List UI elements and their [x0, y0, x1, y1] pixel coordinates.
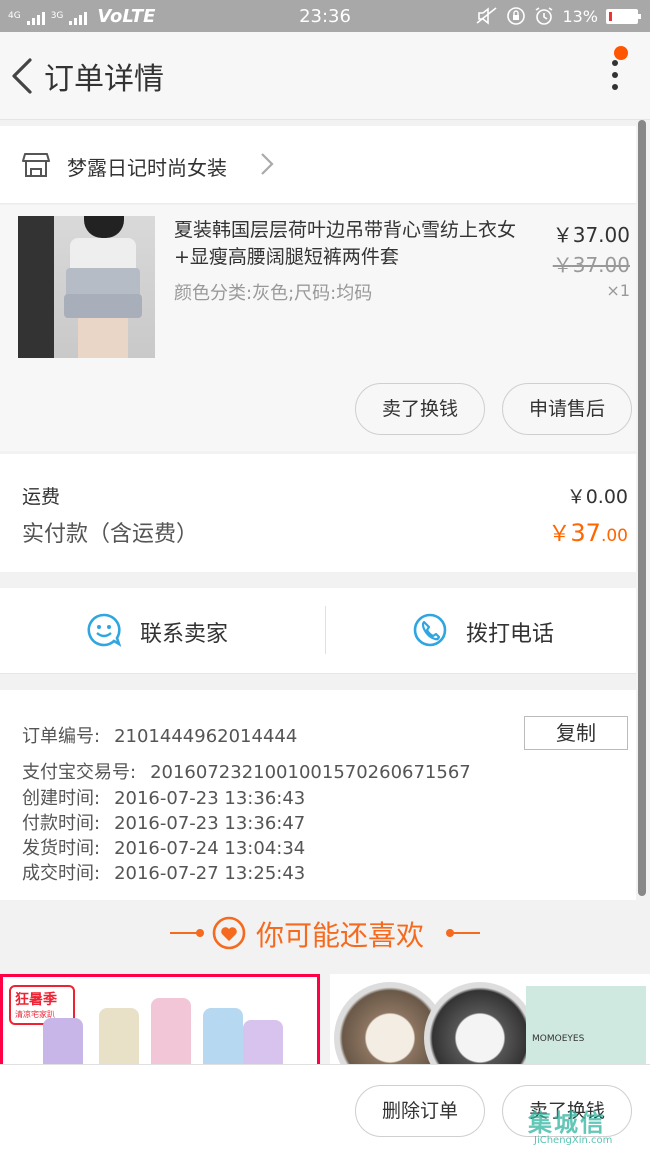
info-label: 发货时间: — [22, 838, 101, 859]
fee-summary: 运费 ￥0.00 实付款（含运费） ￥37.00 — [0, 454, 636, 572]
info-label: 支付宝交易号: — [22, 762, 137, 783]
watermark-url: JiChengXin.com — [534, 1135, 613, 1146]
battery-level — [609, 11, 612, 21]
product-bottle — [99, 1008, 139, 1064]
promo-badge-title: 狂暑季 — [15, 992, 57, 1008]
delete-order-button[interactable]: 删除订单 — [355, 1085, 485, 1137]
phone-icon — [413, 613, 447, 647]
product-bottle — [243, 1020, 283, 1064]
order-number-row: 订单编号: 2101444962014444 — [22, 722, 297, 748]
contact-bar: 联系卖家 拨打电话 — [0, 588, 636, 674]
info-label: 成交时间: — [22, 863, 101, 884]
shipping-value: ￥0.00 — [566, 486, 628, 508]
shipped-row: 发货时间: 2016-07-24 13:04:34 — [22, 834, 305, 860]
rotation-lock-icon — [507, 7, 526, 25]
product-original-price: ￥37.00 — [552, 253, 630, 277]
product-box: MOMOEYES — [526, 986, 646, 1064]
info-value: 2016-07-23 13:36:47 — [114, 813, 306, 834]
battery-percent: 13% — [562, 6, 598, 26]
after-sales-button[interactable]: 申请售后 — [502, 383, 632, 435]
order-info: 订单编号: 2101444962014444 复制 支付宝交易号: 20160723… — [0, 690, 636, 900]
paid-dec: .00 — [600, 526, 628, 546]
paid-label: 实付款（含运费） — [22, 522, 199, 547]
info-value: 2016-07-24 13:04:34 — [114, 838, 306, 859]
info-value: 2016-07-23 13:36:43 — [114, 788, 306, 809]
info-label: 付款时间: — [22, 813, 101, 834]
product-bottle — [151, 998, 191, 1064]
watermark: 集城信 JiChengXin.com — [528, 1103, 646, 1151]
notification-dot — [614, 46, 628, 60]
created-row: 创建时间: 2016-07-23 13:36:43 — [22, 784, 305, 810]
scrollbar[interactable] — [638, 120, 646, 896]
call-phone-label: 拨打电话 — [466, 622, 555, 647]
bottom-action-bar: 删除订单 卖了换钱 集城信 JiChengXin.com — [0, 1064, 650, 1155]
alipay-row: 支付宝交易号: 2016072321001001570260671567 — [22, 758, 471, 784]
shop-row[interactable]: 梦露日记时尚女装 — [0, 126, 636, 204]
shipping-label: 运费 — [22, 486, 61, 508]
chat-face-icon — [87, 613, 122, 647]
product-bottle — [43, 1018, 83, 1064]
recommend-item-1[interactable]: 狂暑季 清凉宅家趴 — [0, 974, 320, 1064]
chevron-right-icon — [261, 153, 274, 175]
product-brand: MOMOEYES — [532, 1034, 585, 1044]
recommend-title: 你可能还喜欢 — [256, 919, 425, 952]
info-label: 创建时间: — [22, 788, 101, 809]
contact-seller-button[interactable]: 联系卖家 — [0, 588, 318, 674]
page-title: 订单详情 — [44, 62, 164, 97]
back-arrow-icon[interactable] — [8, 56, 38, 96]
header-dot-left — [196, 929, 204, 937]
completed-row: 成交时间: 2016-07-27 13:25:43 — [22, 859, 305, 885]
nav-bar: 订单详情 — [0, 32, 650, 120]
product-spec: 颜色分类:灰色;尺码:均码 — [174, 283, 373, 304]
recommend-header: 你可能还喜欢 — [0, 902, 650, 966]
contact-lens-2 — [424, 982, 536, 1064]
paid-row: 付款时间: 2016-07-23 13:36:47 — [22, 809, 305, 835]
contact-seller-label: 联系卖家 — [140, 622, 229, 647]
mute-icon — [476, 7, 497, 25]
product-price: ￥37.00 — [552, 223, 630, 247]
shop-name[interactable]: 梦露日记时尚女装 — [67, 152, 227, 181]
sell-button[interactable]: 卖了换钱 — [355, 383, 485, 435]
paid-int: 37 — [570, 519, 601, 547]
product-title[interactable]: 夏装韩国层层荷叶边吊带背心雪纺上衣女+显瘦高腰阔腿短裤两件套 — [174, 217, 534, 271]
product-bottle — [203, 1008, 243, 1064]
recommend-item-2[interactable]: MOMOEYES — [330, 974, 650, 1064]
product-quantity: ×1 — [606, 281, 630, 300]
watermark-logo: 集城信 — [528, 1109, 606, 1137]
info-value: 2016072321001001570260671567 — [150, 762, 471, 783]
info-value: 2101444962014444 — [114, 726, 298, 747]
paid-currency: ￥ — [548, 522, 571, 547]
status-bar: 4G 3G VoLTE 23:36 13% — [0, 0, 650, 32]
info-value: 2016-07-27 13:25:43 — [114, 863, 306, 884]
paid-amount: ￥37.00 — [548, 516, 628, 548]
alarm-icon — [535, 7, 553, 25]
product-thumbnail[interactable] — [18, 216, 155, 358]
call-phone-button[interactable]: 拨打电话 — [326, 588, 644, 674]
battery-icon — [606, 8, 641, 24]
heart-icon — [212, 916, 246, 950]
order-item: 夏装韩国层层荷叶边吊带背心雪纺上衣女+显瘦高腰阔腿短裤两件套 颜色分类:灰色;尺… — [0, 205, 636, 451]
info-label: 订单编号: — [22, 726, 101, 747]
status-right: 13% — [476, 6, 641, 26]
copy-button[interactable]: 复制 — [524, 716, 628, 750]
store-icon — [22, 153, 50, 177]
header-line-right — [450, 932, 480, 934]
more-menu-icon[interactable] — [600, 54, 630, 100]
